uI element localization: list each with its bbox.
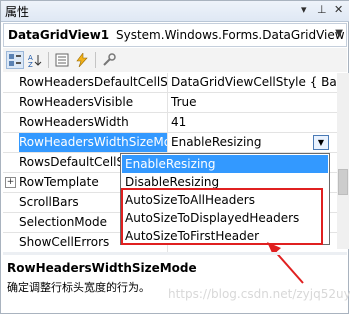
alphabetical-icon[interactable]: AZ bbox=[26, 51, 44, 69]
properties-icon[interactable] bbox=[53, 51, 71, 69]
object-name: DataGridView1 bbox=[8, 28, 110, 42]
description-splitter[interactable] bbox=[3, 252, 347, 255]
property-pages-icon[interactable] bbox=[100, 51, 118, 69]
toolbar-separator bbox=[95, 52, 96, 68]
property-name: RowHeadersWidth bbox=[19, 113, 168, 132]
property-value[interactable]: True bbox=[169, 93, 337, 112]
events-icon[interactable] bbox=[73, 51, 91, 69]
enum-dropdown-list[interactable]: EnableResizing DisableResizing AutoSizeT… bbox=[120, 153, 330, 245]
close-icon[interactable]: ✕ bbox=[334, 3, 343, 16]
dropdown-option[interactable]: AutoSizeToDisplayedHeaders bbox=[122, 209, 328, 227]
dropdown-arrow-icon[interactable]: ▼ bbox=[313, 135, 329, 150]
description-text: 确定调整行标头宽度的行为。 bbox=[7, 281, 150, 294]
property-value-editor[interactable]: EnableResizing bbox=[169, 133, 337, 152]
property-name: RowHeadersDefaultCellSt bbox=[19, 73, 168, 92]
pin-icon[interactable]: ⊥ bbox=[317, 3, 327, 16]
object-type: System.Windows.Forms.DataGridView bbox=[116, 28, 345, 42]
scrollbar-thumb[interactable] bbox=[338, 169, 348, 195]
property-name: RowHeadersWidthSizeMo bbox=[19, 133, 168, 152]
vertical-scrollbar[interactable] bbox=[337, 73, 349, 249]
property-name: RowHeadersVisible bbox=[19, 93, 168, 112]
window-position-icon[interactable]: ▾ bbox=[301, 3, 307, 16]
description-panel: RowHeadersWidthSizeMode 确定调整行标头宽度的行为。 bbox=[3, 256, 347, 314]
properties-window: 属性 ▾ ⊥ ✕ DataGridView1 System.Windows.Fo… bbox=[0, 0, 350, 314]
properties-toolbar: AZ bbox=[3, 48, 347, 72]
title-bar: 属性 ▾ ⊥ ✕ bbox=[1, 1, 349, 22]
window-title: 属性 bbox=[5, 5, 30, 19]
property-row[interactable]: RowHeadersVisible True bbox=[3, 93, 337, 113]
watermark: https://blog.csdn.net/zyjq52uys bbox=[168, 287, 350, 301]
toolbar-separator bbox=[48, 52, 49, 68]
property-value[interactable]: DataGridViewCellStyle { Bac bbox=[169, 73, 337, 92]
property-row[interactable]: RowHeadersDefaultCellSt DataGridViewCell… bbox=[3, 73, 337, 93]
property-row-selected[interactable]: RowHeadersWidthSizeMo EnableResizing ▼ bbox=[3, 133, 337, 153]
dropdown-option[interactable]: EnableResizing bbox=[122, 155, 328, 173]
property-row[interactable]: RowHeadersWidth 41 bbox=[3, 113, 337, 133]
property-value[interactable]: 41 bbox=[169, 113, 337, 132]
dropdown-option[interactable]: AutoSizeToAllHeaders bbox=[122, 191, 328, 209]
chevron-down-icon[interactable]: ▼ bbox=[335, 28, 343, 39]
description-title: RowHeadersWidthSizeMode bbox=[7, 261, 197, 275]
svg-text:Z: Z bbox=[28, 61, 33, 67]
expand-icon[interactable]: + bbox=[5, 177, 16, 188]
object-selector[interactable]: DataGridView1 System.Windows.Forms.DataG… bbox=[3, 23, 347, 47]
categorized-icon[interactable] bbox=[6, 51, 24, 69]
dropdown-option[interactable]: DisableResizing bbox=[122, 173, 328, 191]
